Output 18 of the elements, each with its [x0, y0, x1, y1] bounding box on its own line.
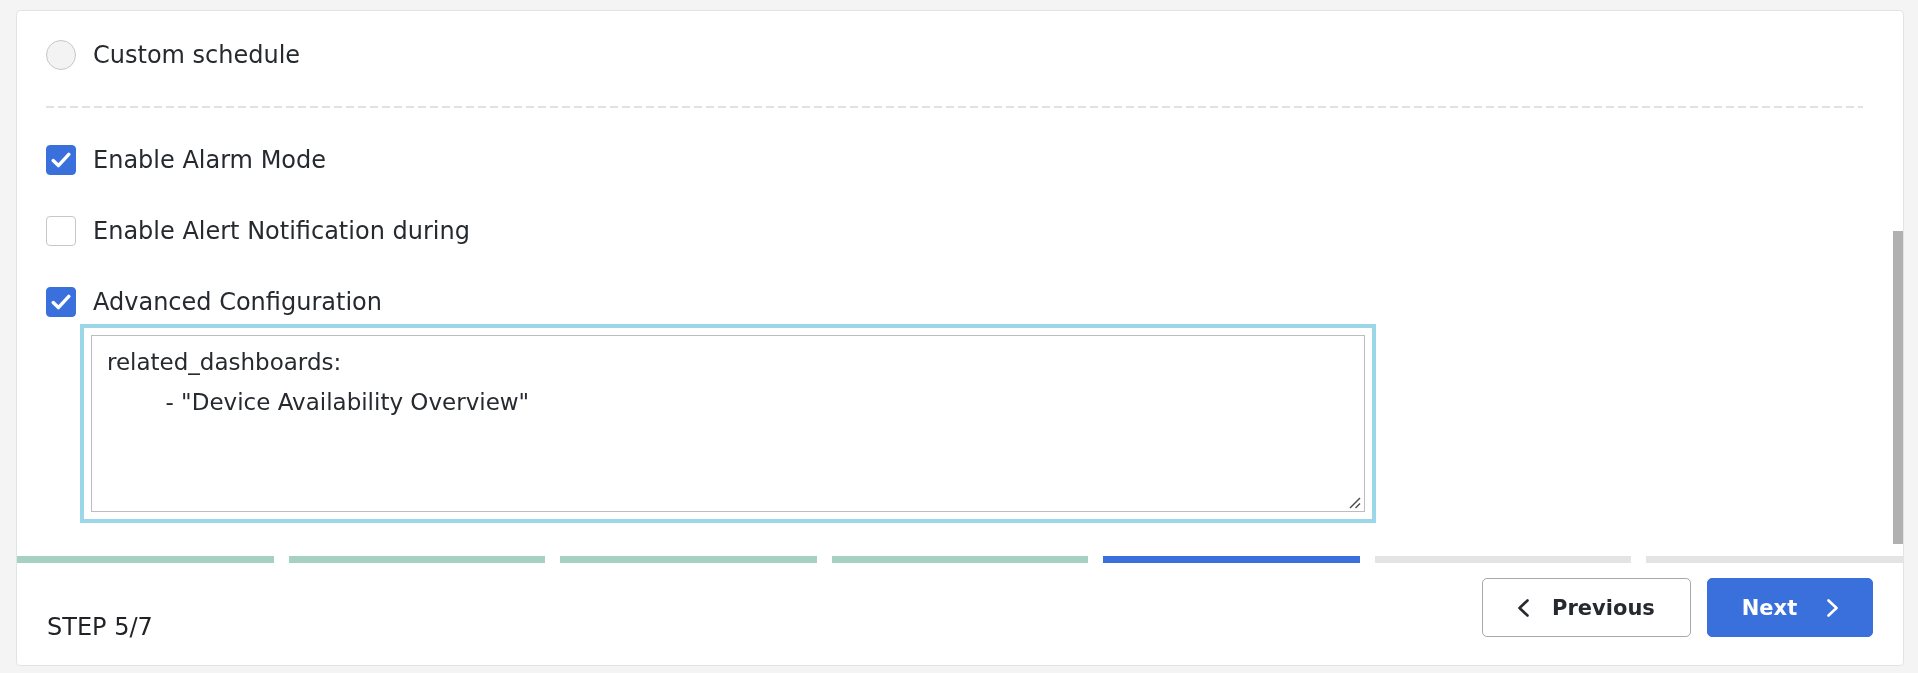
checkbox[interactable]	[46, 145, 76, 175]
step-counter: STEP 5/7	[47, 612, 153, 642]
chevron-left-icon	[1518, 598, 1530, 617]
checkbox[interactable]	[46, 216, 76, 246]
checkbox-label[interactable]: Enable Alert Notification during	[93, 216, 470, 246]
checkbox-label[interactable]: Enable Alarm Mode	[93, 145, 326, 175]
checkmark-icon	[51, 152, 71, 168]
resize-grip-icon[interactable]	[1349, 497, 1361, 509]
radio-label[interactable]: Custom schedule	[93, 40, 301, 70]
previous-button[interactable]: Previous	[1482, 578, 1691, 637]
checkbox[interactable]	[46, 287, 76, 317]
chevron-right-icon	[1827, 598, 1839, 617]
next-button[interactable]: Next	[1707, 578, 1873, 637]
scrollbar-thumb[interactable]	[1893, 231, 1903, 544]
config-text-area[interactable]: related_dashboards: - "Device Availability Overview"	[80, 324, 1376, 523]
checkmark-icon	[51, 294, 71, 310]
radio-button[interactable]	[46, 40, 76, 70]
checkbox-label[interactable]: Advanced Configuration	[93, 287, 382, 317]
